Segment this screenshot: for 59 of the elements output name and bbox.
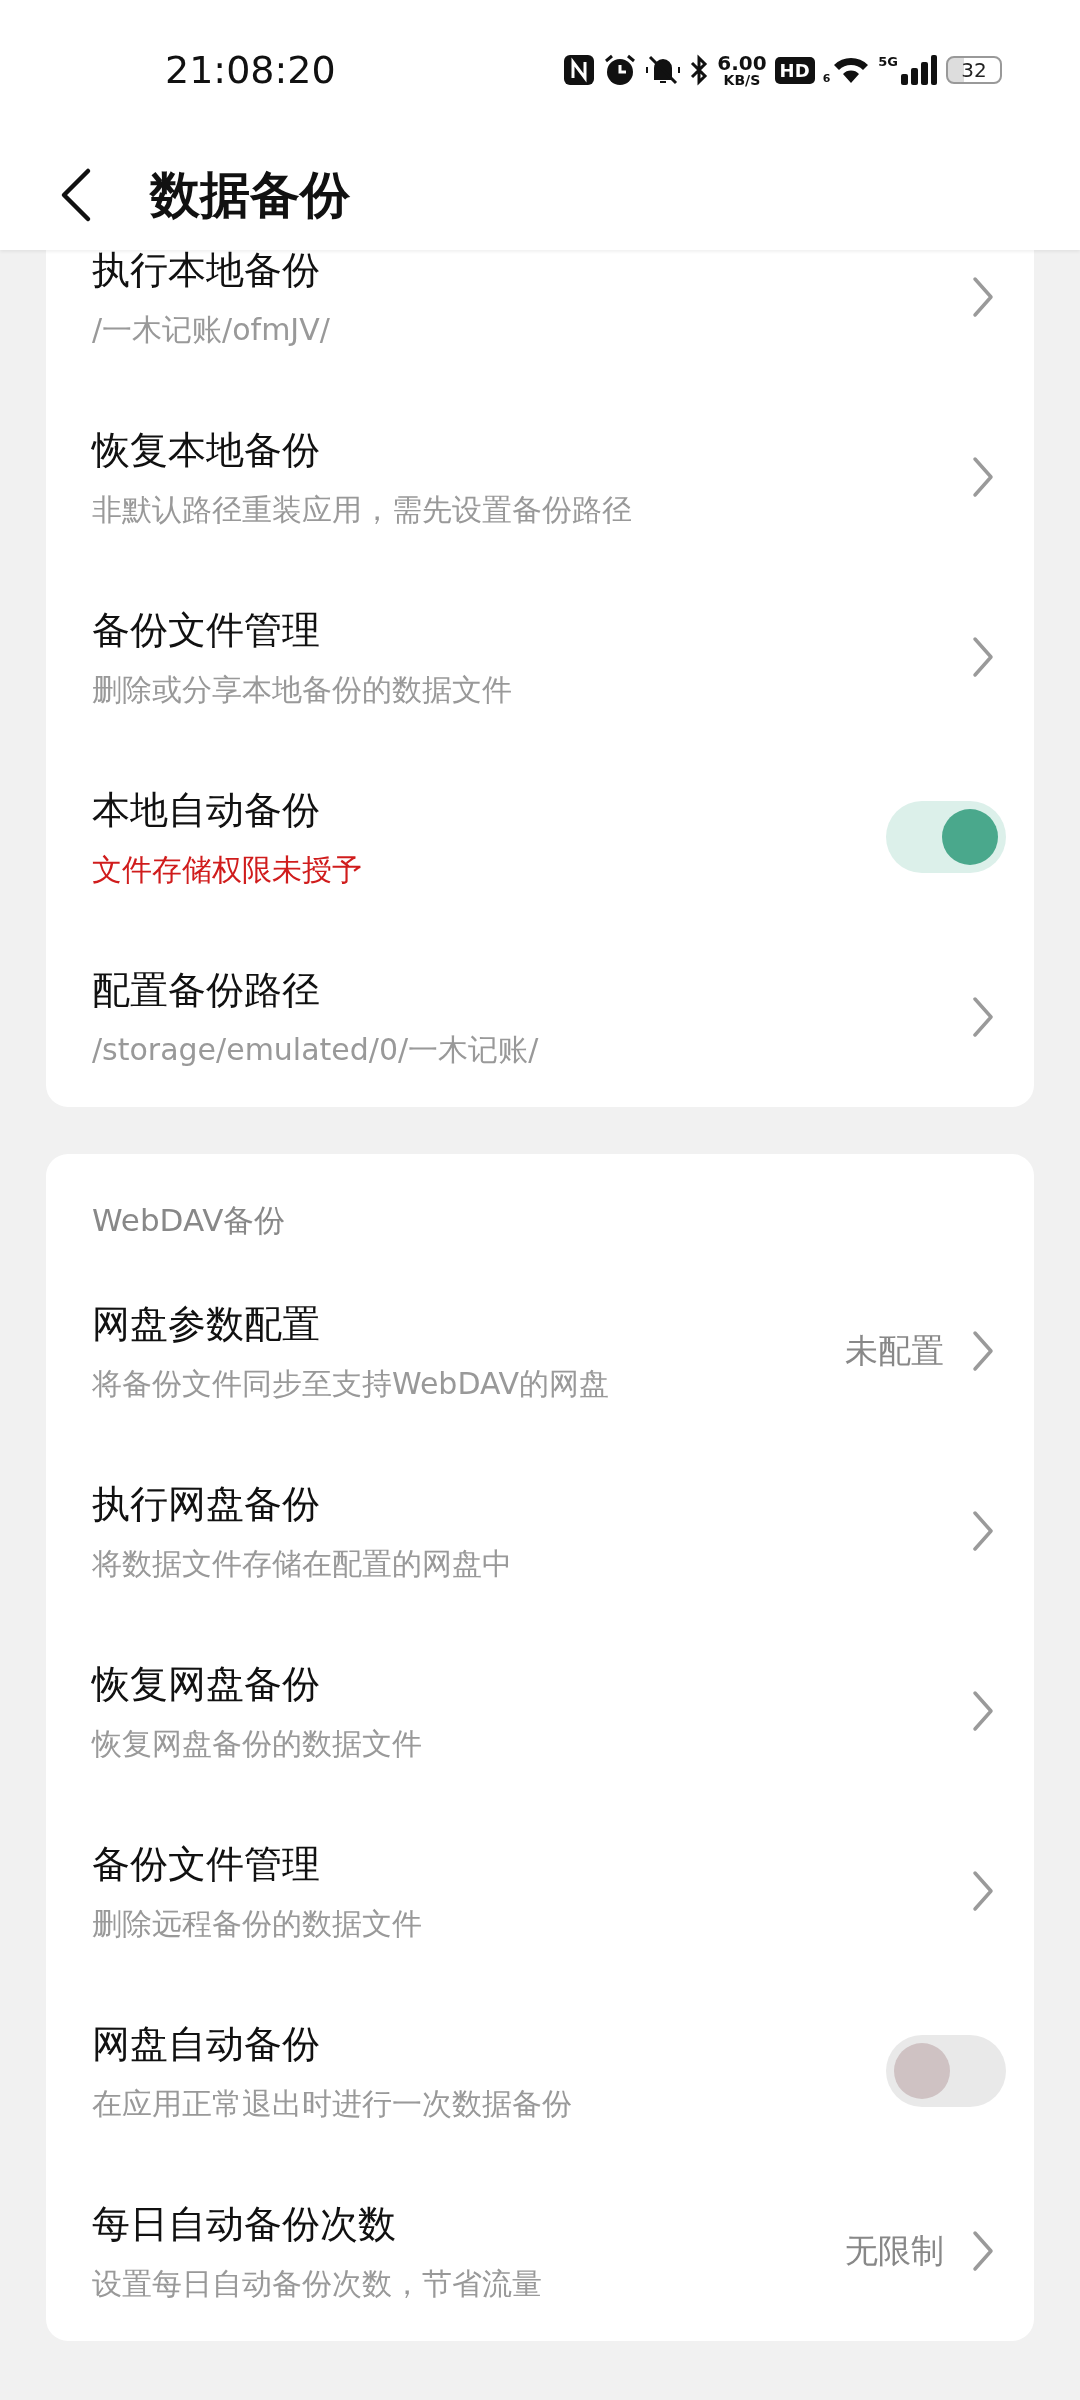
hd-badge: HD — [774, 56, 815, 84]
speed-unit: KB/S — [723, 73, 761, 87]
chevron-right-icon — [972, 1330, 994, 1372]
chevron-right-icon — [972, 276, 994, 318]
row-subtitle: /一木记账/ofmJV/ — [92, 311, 330, 349]
alarm-icon — [603, 53, 638, 87]
row-title: 恢复本地备份 — [92, 427, 321, 474]
row-subtitle: 在应用正常退出时进行一次数据备份 — [92, 2085, 572, 2123]
battery-level: 32 — [946, 56, 1002, 84]
row-title: 备份文件管理 — [92, 607, 321, 654]
row-title: 备份文件管理 — [92, 1841, 321, 1888]
chevron-right-icon — [972, 636, 994, 678]
wifi-label: 6 — [822, 72, 831, 85]
row-subtitle: 将数据文件存储在配置的网盘中 — [92, 1545, 512, 1583]
page-title: 数据备份 — [150, 164, 350, 226]
settings-row[interactable]: 恢复本地备份 非默认路径重装应用，需先设置备份路径 — [46, 387, 1034, 567]
row-title: 恢复网盘备份 — [92, 1661, 321, 1708]
bluetooth-icon — [689, 54, 710, 86]
row-title: 每日自动备份次数 — [92, 2201, 397, 2248]
settings-row[interactable]: 执行网盘备份 将数据文件存储在配置的网盘中 — [46, 1441, 1034, 1621]
settings-row[interactable]: 备份文件管理 删除远程备份的数据文件 — [46, 1801, 1034, 1981]
row-subtitle: 将备份文件同步至支持WebDAV的网盘 — [92, 1365, 610, 1403]
row-subtitle: 文件存储权限未授予 — [92, 851, 362, 889]
status-time: 21:08:20 — [165, 48, 336, 92]
row-title: 执行本地备份 — [92, 250, 321, 294]
setting-value: 无限制 — [845, 2229, 944, 2272]
row-subtitle: 非默认路径重装应用，需先设置备份路径 — [92, 491, 632, 529]
settings-row[interactable]: 配置备份路径 /storage/emulated/0/一木记账/ — [46, 927, 1034, 1107]
settings-row[interactable]: 备份文件管理 删除或分享本地备份的数据文件 — [46, 567, 1034, 747]
chevron-right-icon — [972, 1510, 994, 1552]
row-title: 执行网盘备份 — [92, 1481, 321, 1528]
row-title: 网盘参数配置 — [92, 1301, 321, 1348]
row-title: 本地自动备份 — [92, 787, 321, 834]
row-subtitle: 删除或分享本地备份的数据文件 — [92, 671, 512, 709]
wifi-icon — [832, 55, 871, 85]
settings-row[interactable]: 执行本地备份 /一木记账/ofmJV/ — [46, 250, 1034, 387]
chevron-right-icon — [972, 996, 994, 1038]
chevron-right-icon — [972, 2230, 994, 2272]
signal-icon — [900, 54, 938, 86]
settings-row[interactable]: 每日自动备份次数 设置每日自动备份次数，节省流量 无限制 — [46, 2161, 1034, 2341]
row-subtitle: 恢复网盘备份的数据文件 — [92, 1725, 422, 1763]
settings-row[interactable]: 恢复网盘备份 恢复网盘备份的数据文件 — [46, 1621, 1034, 1801]
chevron-right-icon — [972, 1690, 994, 1732]
settings-row[interactable]: 网盘参数配置 将备份文件同步至支持WebDAV的网盘 未配置 — [46, 1261, 1034, 1441]
chevron-right-icon — [972, 1870, 994, 1912]
row-title: 网盘自动备份 — [92, 2021, 321, 2068]
network-speed: 6.00 — [717, 53, 767, 73]
settings-row[interactable]: 本地自动备份 文件存储权限未授予 — [46, 747, 1034, 927]
chevron-right-icon — [972, 456, 994, 498]
section-title: WebDAV备份 — [92, 1202, 286, 1238]
bell-off-icon — [645, 53, 682, 87]
nfc-icon — [563, 54, 596, 86]
row-subtitle: /storage/emulated/0/一木记账/ — [92, 1031, 539, 1069]
setting-value: 未配置 — [845, 1329, 944, 1372]
row-subtitle: 删除远程备份的数据文件 — [92, 1905, 422, 1943]
row-subtitle: 设置每日自动备份次数，节省流量 — [92, 2265, 542, 2303]
settings-row[interactable]: 网盘自动备份 在应用正常退出时进行一次数据备份 — [46, 1981, 1034, 2161]
network-type: 5G — [878, 54, 898, 69]
row-title: 配置备份路径 — [92, 967, 321, 1014]
